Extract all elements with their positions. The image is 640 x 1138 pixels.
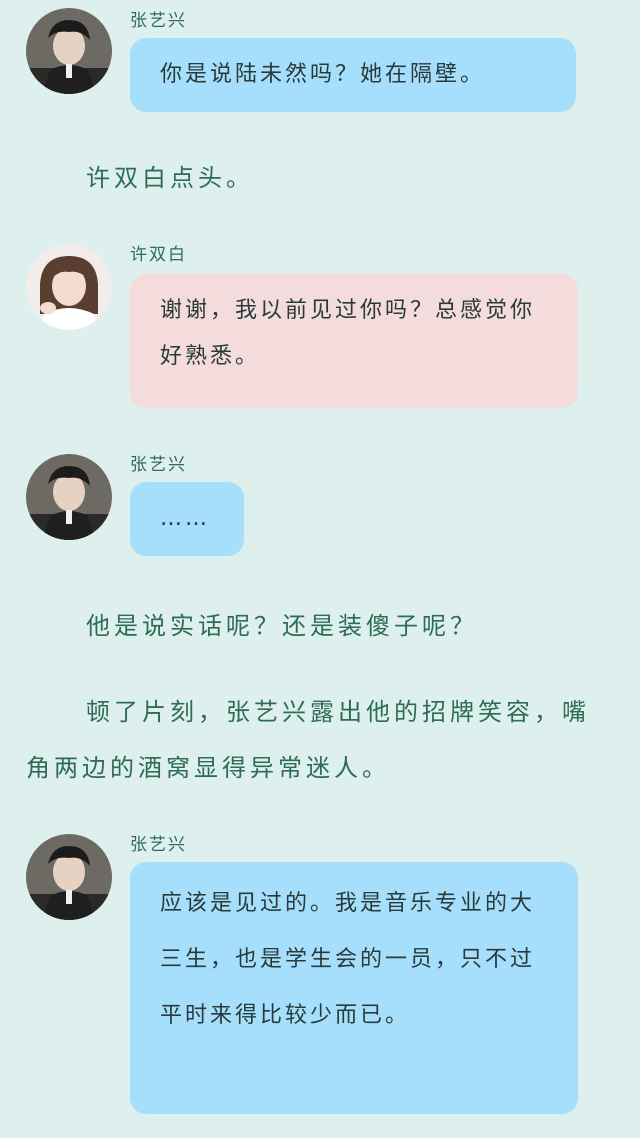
avatar-zhang-yixing[interactable]: [26, 8, 112, 94]
message-sender: 许双白: [130, 245, 187, 265]
male-avatar-icon: [26, 454, 112, 540]
message-sender: 张艺兴: [130, 455, 187, 475]
male-avatar-icon: [26, 834, 112, 920]
message-bubble: 你是说陆未然吗？她在隔壁。: [130, 38, 576, 112]
message-bubble: 谢谢，我以前见过你吗？总感觉你好熟悉。: [130, 274, 578, 408]
avatar-zhang-yixing[interactable]: [26, 834, 112, 920]
message-sender: 张艺兴: [130, 11, 187, 31]
message-bubble: 应该是见过的。我是音乐专业的大三生，也是学生会的一员，只不过平时来得比较少而已。: [130, 862, 578, 1114]
avatar-xu-shuangbai[interactable]: [26, 244, 112, 330]
narration-text: 顿了片刻，张艺兴露出他的招牌笑容，嘴角两边的酒窝显得异常迷人。: [26, 698, 590, 782]
message-sender: 张艺兴: [130, 835, 187, 855]
message-bubble: ……: [130, 482, 244, 556]
narration-text: 他是说实话呢？还是装傻子呢？: [86, 612, 478, 640]
male-avatar-icon: [26, 8, 112, 94]
narration-text: 许双白点头。: [86, 164, 254, 192]
avatar-zhang-yixing[interactable]: [26, 454, 112, 540]
female-avatar-icon: [26, 244, 112, 330]
